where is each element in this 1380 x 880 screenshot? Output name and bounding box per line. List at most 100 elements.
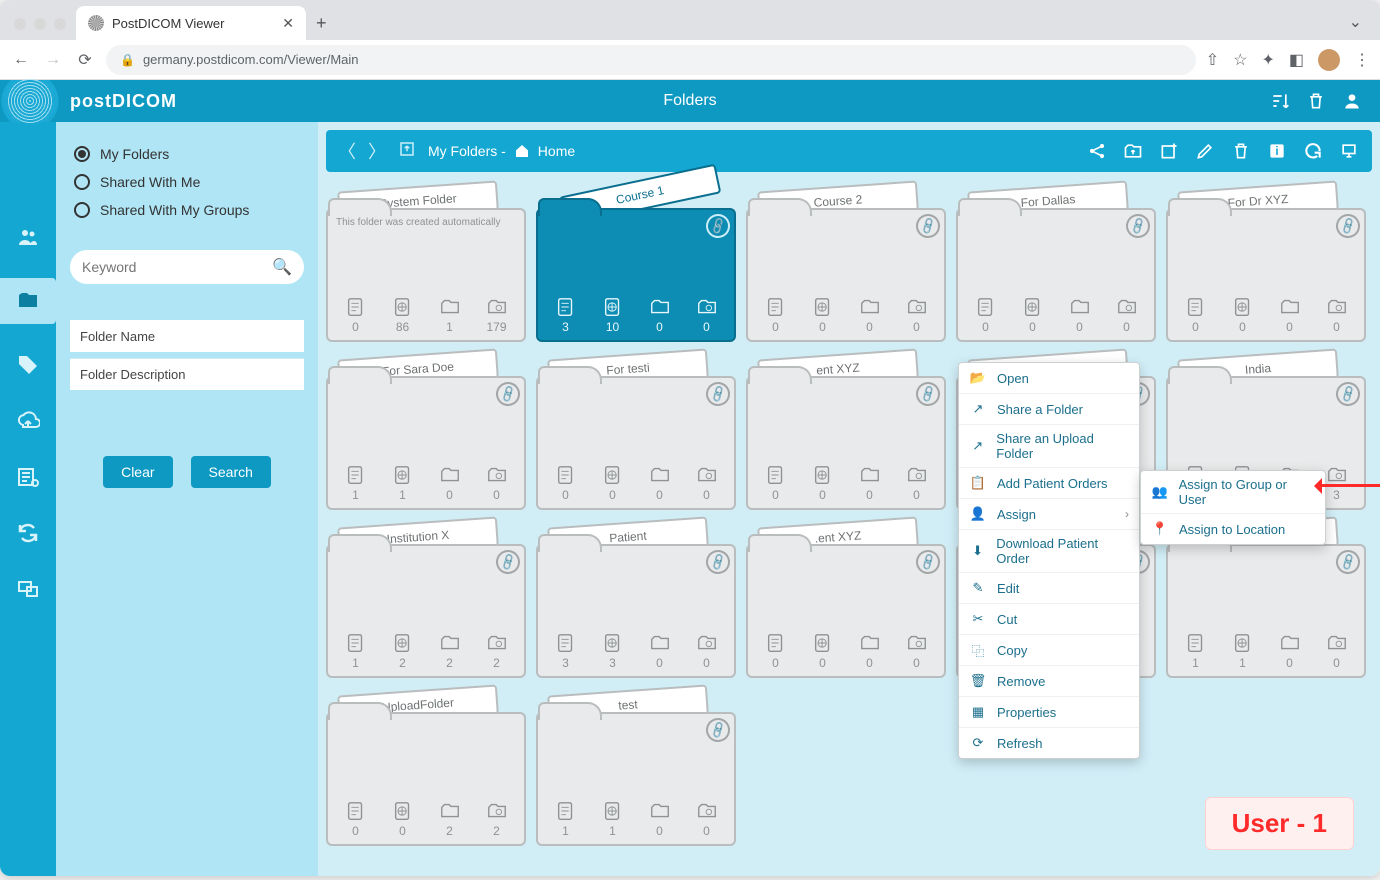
- folder-card[interactable]: Course 131000🔗: [536, 184, 736, 342]
- tool-upload-icon[interactable]: [1122, 140, 1144, 162]
- rail-devices-icon[interactable]: [13, 574, 43, 604]
- sort-icon[interactable]: [1270, 91, 1290, 111]
- folder-stat: 0: [1116, 296, 1138, 334]
- ctx-copy[interactable]: ⿻Copy: [959, 635, 1139, 666]
- props-icon: ▦: [969, 703, 987, 721]
- ctx-label: Edit: [997, 581, 1019, 596]
- rail-upload-icon[interactable]: [13, 406, 43, 436]
- rail-sync-icon[interactable]: [13, 518, 43, 548]
- ctx-label: Remove: [997, 674, 1045, 689]
- scope-0[interactable]: My Folders: [70, 140, 304, 168]
- folder-stat: 3: [602, 632, 624, 670]
- ctx-edit[interactable]: ✎Edit: [959, 573, 1139, 604]
- folder-stat: 0: [649, 296, 671, 334]
- rail-list-icon[interactable]: [13, 462, 43, 492]
- upload-here-icon[interactable]: [398, 140, 416, 163]
- folder-card[interactable]: ent XYZ0000🔗: [746, 352, 946, 510]
- scope-2[interactable]: Shared With My Groups: [70, 196, 304, 224]
- keyword-search[interactable]: 🔍: [70, 250, 304, 284]
- ctx-label: Copy: [997, 643, 1027, 658]
- tool-view-icon[interactable]: [1338, 140, 1360, 162]
- tabs-dropdown-icon[interactable]: ⌄: [1339, 12, 1372, 40]
- rail-tags-icon[interactable]: [13, 350, 43, 380]
- folder-card[interactable]: .ent XYZ0000🔗: [746, 520, 946, 678]
- folder-stat: 0: [1279, 296, 1301, 334]
- open-icon: 📂: [969, 369, 987, 387]
- new-tab-button[interactable]: +: [306, 13, 337, 40]
- ctx-label: Properties: [997, 705, 1056, 720]
- breadcrumb[interactable]: My Folders - Home: [428, 143, 575, 159]
- folder-card[interactable]: UploadFolder0022: [326, 688, 526, 846]
- folder-card[interactable]: Patient3300🔗: [536, 520, 736, 678]
- folder-stat: 0: [812, 464, 834, 502]
- ctx-share-an-upload-folder[interactable]: ↗Share an Upload Folder: [959, 425, 1139, 468]
- lock-icon: 🔒: [120, 53, 135, 67]
- folder-stat: 0: [649, 800, 671, 838]
- nav-prev-icon[interactable]: 〈: [338, 138, 356, 164]
- search-icon[interactable]: 🔍: [272, 257, 292, 277]
- ctx-add-patient-orders[interactable]: 📋Add Patient Orders: [959, 468, 1139, 499]
- tool-edit-icon[interactable]: [1194, 140, 1216, 162]
- forward-icon[interactable]: →: [42, 51, 64, 69]
- ctx-refresh[interactable]: ⟳Refresh: [959, 728, 1139, 758]
- search-button[interactable]: Search: [191, 456, 271, 488]
- submenu-assign-to-group-or-user[interactable]: 👥Assign to Group or User: [1141, 471, 1325, 514]
- folder-stat: 1: [555, 800, 577, 838]
- tab-close-icon[interactable]: ✕: [282, 15, 294, 32]
- ctx-download-patient-order[interactable]: ⬇Download Patient Order: [959, 530, 1139, 573]
- folder-stat: 3: [555, 296, 577, 334]
- menu-icon[interactable]: ⋮: [1354, 50, 1370, 70]
- folder-stat: 179: [486, 296, 508, 334]
- folder-card[interactable]: Course 20000🔗: [746, 184, 946, 342]
- sidepanel-icon[interactable]: ◧: [1289, 50, 1304, 70]
- folder-stat: 1: [439, 296, 461, 334]
- extensions-icon[interactable]: ✦: [1261, 50, 1274, 70]
- trash-icon[interactable]: [1306, 91, 1326, 111]
- ctx-properties[interactable]: ▦ Properties: [959, 697, 1139, 728]
- folder-stat: 0: [765, 632, 787, 670]
- folder-card[interactable]: For testi0000🔗: [536, 352, 736, 510]
- browser-tab[interactable]: PostDICOM Viewer ✕: [76, 6, 306, 40]
- back-icon[interactable]: ←: [10, 51, 32, 69]
- window-controls[interactable]: [8, 18, 76, 40]
- folder-name-field[interactable]: Folder Name: [70, 320, 304, 352]
- ctx-open[interactable]: 📂Open: [959, 363, 1139, 394]
- rail-folders-icon[interactable]: [0, 278, 56, 324]
- folder-card[interactable]: System FolderThis folder was created aut…: [326, 184, 526, 342]
- scope-1[interactable]: Shared With Me: [70, 168, 304, 196]
- share-icon[interactable]: ⇧: [1206, 50, 1219, 70]
- submenu-assign-to-location[interactable]: 📍Assign to Location: [1141, 514, 1325, 544]
- nav-next-icon[interactable]: 〉: [368, 138, 386, 164]
- ctx-assign[interactable]: 👤Assign›: [959, 499, 1139, 530]
- folder-card[interactable]: For Dr XYZ0000🔗: [1166, 184, 1366, 342]
- profile-avatar[interactable]: [1318, 49, 1340, 71]
- folder-card[interactable]: For Sara Doe1100🔗: [326, 352, 526, 510]
- user-icon[interactable]: [1342, 91, 1362, 111]
- folder-card[interactable]: For Dallas0000🔗: [956, 184, 1156, 342]
- tool-newfolder-icon[interactable]: [1158, 140, 1180, 162]
- folder-card[interactable]: Institution X1222🔗: [326, 520, 526, 678]
- ctx-label: Cut: [997, 612, 1017, 627]
- folder-desc-field[interactable]: Folder Description: [70, 358, 304, 390]
- tool-share-icon[interactable]: [1086, 140, 1108, 162]
- ctx-share-a-folder[interactable]: ↗Share a Folder: [959, 394, 1139, 425]
- folder-stat: 0: [1232, 296, 1254, 334]
- tool-info-icon[interactable]: i: [1266, 140, 1288, 162]
- reload-icon[interactable]: ⟳: [74, 50, 96, 70]
- tool-refresh-icon[interactable]: [1302, 140, 1324, 162]
- folder-stat: 0: [696, 632, 718, 670]
- bookmark-icon[interactable]: ☆: [1233, 50, 1247, 70]
- tool-delete-icon[interactable]: [1230, 140, 1252, 162]
- address-bar[interactable]: 🔒 germany.postdicom.com/Viewer/Main: [106, 45, 1196, 75]
- keyword-input[interactable]: [82, 259, 272, 275]
- folder-stat: 0: [345, 800, 367, 838]
- clear-button[interactable]: Clear: [103, 456, 172, 488]
- rail-users-icon[interactable]: [13, 222, 43, 252]
- folder-stat: 0: [812, 296, 834, 334]
- orders-icon: 📋: [969, 474, 987, 492]
- folder-stat: 1: [1232, 632, 1254, 670]
- folder-card[interactable]: test1100🔗: [536, 688, 736, 846]
- ctx-cut[interactable]: ✂Cut: [959, 604, 1139, 635]
- brand-text: postDICOM: [60, 91, 177, 112]
- ctx-remove[interactable]: 🗑Remove: [959, 666, 1139, 697]
